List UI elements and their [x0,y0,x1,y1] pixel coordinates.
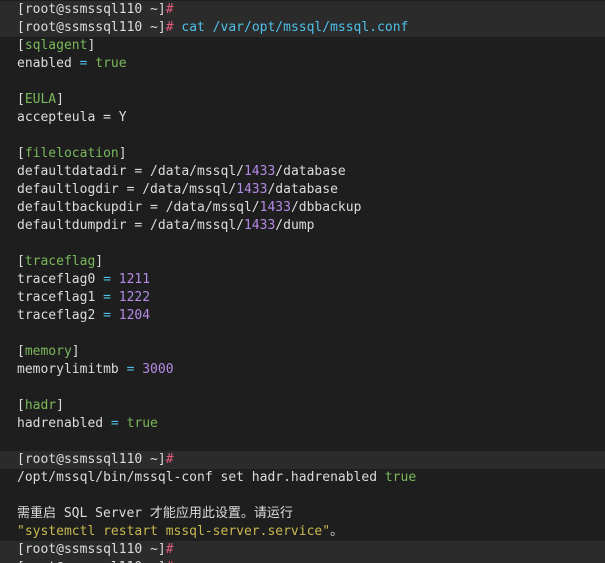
section-bracket: ] [71,344,80,359]
conf-value: 1222 [118,290,151,305]
conf-path-rest: /dbbackup [290,200,362,215]
section-name: memory [24,344,72,359]
section-header-memory: [memory] [0,343,605,361]
section-header-eula: [EULA] [0,91,605,109]
restart-command-hint: "systemctl restart mssql-server.service" [17,524,331,539]
conf-port: 1433 [259,200,291,215]
conf-key: defaultlogdir = /data/mssql/ [17,182,237,197]
conf-value: 3000 [142,362,174,377]
conf-entry-traceflag1: traceflag1 = 1222 [0,289,605,307]
message-punct: 。 [330,524,344,539]
conf-equals: = [95,290,119,305]
conf-path-rest: /database [267,182,338,197]
conf-equals: = [95,272,119,287]
conf-entry-traceflag2: traceflag2 = 1204 [0,307,605,325]
section-bracket: [ [17,146,25,161]
conf-key: defaultbackupdir = /data/mssql/ [17,200,260,215]
conf-equals: = [95,308,119,323]
terminal-window[interactable]: [root@ssmssql110 ~]# [root@ssmssql110 ~]… [0,0,605,563]
conf-port: 1433 [243,218,276,233]
conf-key: defaultdatadir = /data/mssql/ [17,164,244,179]
prompt-hash: # [165,452,174,467]
conf-entry-memorylimitmb: memorylimitmb = 3000 [0,361,605,379]
conf-key: traceflag2 [17,308,96,323]
conf-key: memorylimitmb [17,362,119,377]
section-bracket: ] [56,398,64,413]
prompt-line: [root@ssmssql110 ~]# [0,1,605,19]
section-bracket: ] [118,146,127,161]
conf-path-rest: /dump [275,218,315,233]
command-text: cat /var/opt/mssql/mssql.conf [181,20,409,35]
conf-value: true [95,56,127,71]
command-line-cat: [root@ssmssql110 ~]# cat /var/opt/mssql/… [0,19,605,37]
conf-equals: = [118,362,143,377]
conf-equals: = [103,416,127,431]
command-arg-value: true [384,470,417,485]
prompt-hash: # [165,2,174,17]
conf-entry-accepteula: accepteula = Y [0,109,605,127]
conf-value: 1204 [118,308,151,323]
section-name: sqlagent [24,38,88,53]
conf-key: enabled [17,56,72,71]
prompt-line-partial[interactable]: [root@ssmssql110 ~]# [0,559,605,563]
conf-entry-defaultbackupdir: defaultbackupdir = /data/mssql/1433/dbba… [0,199,605,217]
section-name: filelocation [24,146,119,161]
prompt-hash: # [165,20,174,35]
section-bracket: [ [17,92,25,107]
conf-key: traceflag1 [17,290,96,305]
section-bracket: [ [17,38,25,53]
conf-entry-defaultdatadir: defaultdatadir = /data/mssql/1433/databa… [0,163,605,181]
conf-value: true [126,416,158,431]
section-header-traceflag: [traceflag] [0,253,605,271]
section-bracket: ] [87,38,96,53]
prompt: [root@ssmssql110 ~] [17,2,166,17]
conf-key: accepteula = Y [17,110,127,125]
prompt: [root@ssmssql110 ~] [17,542,166,557]
section-bracket: [ [17,398,25,413]
conf-entry-hadrenabled: hadrenabled = true [0,415,605,433]
section-name: traceflag [24,254,96,269]
conf-value: 1211 [118,272,151,287]
section-bracket: [ [17,344,25,359]
conf-path-rest: /database [275,164,346,179]
conf-key: hadrenabled [17,416,104,431]
conf-entry-enabled: enabled = true [0,55,605,73]
conf-port: 1433 [243,164,276,179]
conf-port: 1433 [236,182,268,197]
conf-key: defaultdumpdir = /data/mssql/ [17,218,244,233]
section-bracket: ] [56,92,64,107]
conf-key: traceflag0 [17,272,96,287]
conf-entry-defaultdumpdir: defaultdumpdir = /data/mssql/1433/dump [0,217,605,235]
prompt-line: [root@ssmssql110 ~]# [0,541,605,559]
output-message-line1: 需重启 SQL Server 才能应用此设置。请运行 [17,506,293,521]
prompt: [root@ssmssql110 ~] [17,452,166,467]
command-line-mssql-conf: /opt/mssql/bin/mssql-conf set hadr.hadre… [0,469,605,487]
section-header-filelocation: [filelocation] [0,145,605,163]
section-name: EULA [24,92,57,107]
prompt: [root@ssmssql110 ~] [17,20,166,35]
output-message-line2: "systemctl restart mssql-server.service"… [0,523,605,541]
command-text: /opt/mssql/bin/mssql-conf set hadr.hadre… [17,470,385,485]
conf-equals: = [71,56,96,71]
conf-entry-traceflag0: traceflag0 = 1211 [0,271,605,289]
prompt-hash: # [165,542,174,557]
section-name: hadr [24,398,57,413]
conf-entry-defaultlogdir: defaultlogdir = /data/mssql/1433/databas… [0,181,605,199]
prompt-line: [root@ssmssql110 ~]# [0,451,605,469]
section-bracket: ] [95,254,104,269]
section-header-sqlagent: [sqlagent] [0,37,605,55]
section-bracket: [ [17,254,25,269]
section-header-hadr: [hadr] [0,397,605,415]
